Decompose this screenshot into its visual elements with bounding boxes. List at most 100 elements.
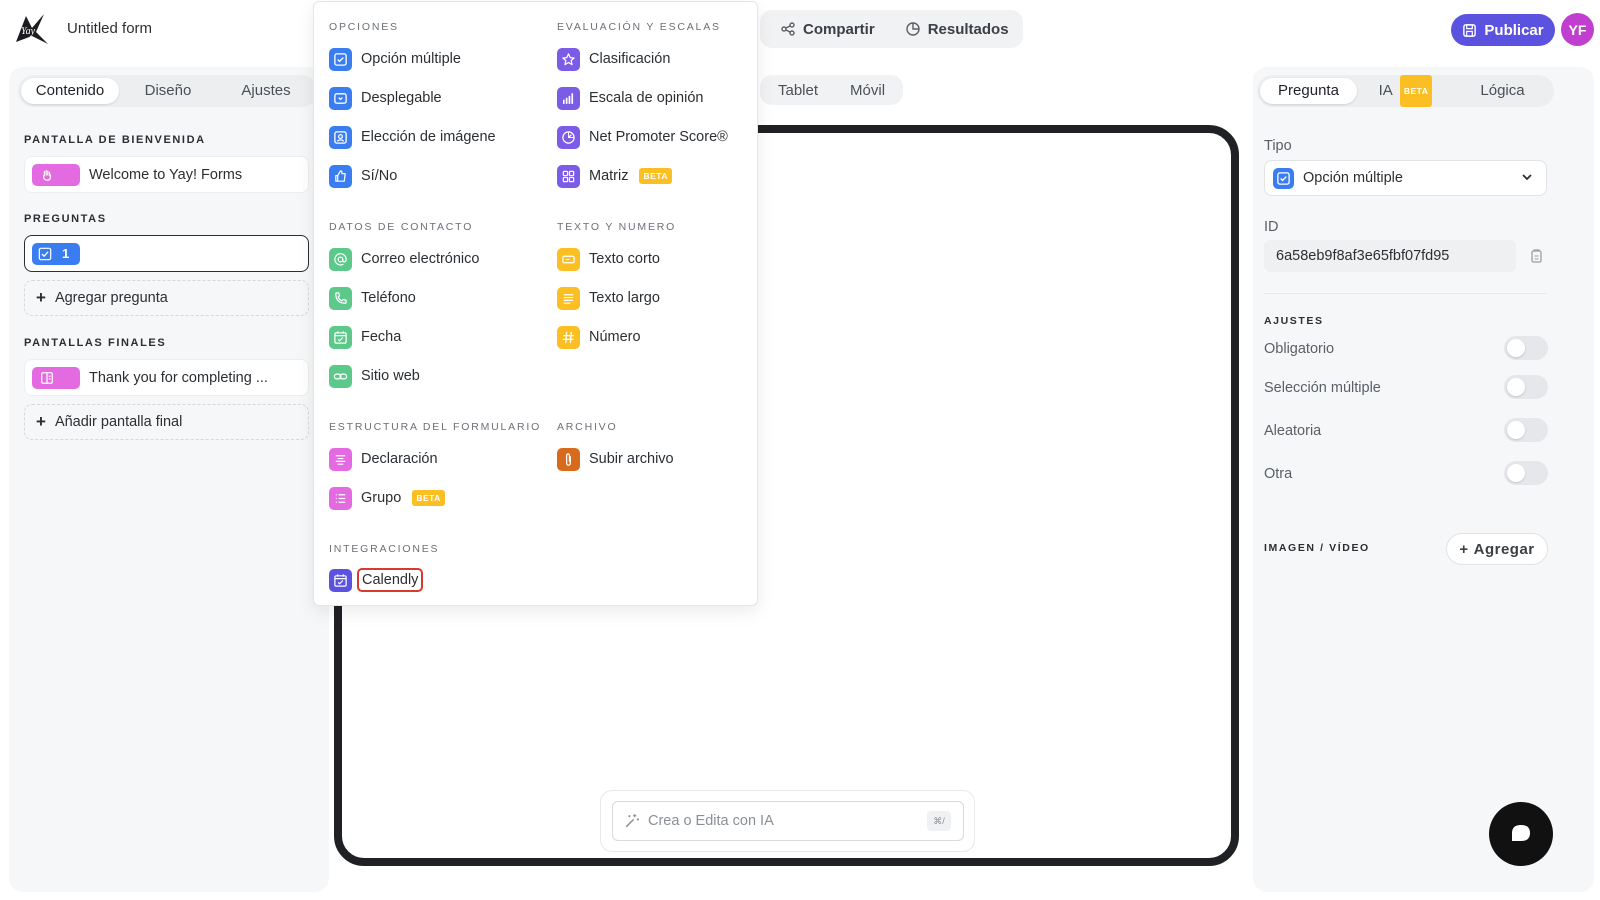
yay-forms-logo[interactable]: Yay	[14, 12, 50, 46]
opciones-title: OPCIONES	[329, 21, 399, 33]
question-type-menu: OPCIONES EVALUACIÓN Y ESCALAS Opción múl…	[313, 1, 758, 606]
form-title[interactable]: Untitled form	[67, 20, 152, 37]
paperclip-icon	[557, 447, 580, 471]
share-tab[interactable]: Compartir	[780, 21, 875, 38]
copy-icon[interactable]	[1528, 248, 1544, 264]
menu-item-calendly[interactable]: Calendly	[329, 568, 424, 592]
share-icon	[781, 22, 795, 36]
menu-item-telefono[interactable]: Teléfono	[329, 286, 416, 310]
ai-prompt-input[interactable]: Crea o Edita con IA ⌘/	[612, 801, 964, 841]
setting-aleatoria: Aleatoria	[1264, 423, 1322, 439]
dropdown-icon	[329, 86, 352, 110]
right-tabs: Pregunta IA BETA Lógica	[1257, 75, 1554, 107]
divider	[1264, 293, 1547, 294]
ai-placeholder: Crea o Edita con IA	[648, 813, 774, 829]
toggle-seleccion-multiple[interactable]	[1504, 375, 1548, 399]
menu-item-label: Elección de imágene	[361, 129, 496, 145]
tipo-value: Opción múltiple	[1303, 170, 1403, 186]
menu-item-correo[interactable]: Correo electrónico	[329, 247, 479, 271]
setting-obligatorio: Obligatorio	[1264, 341, 1335, 357]
beta-badge: BETA	[1399, 75, 1433, 107]
menu-item-clasificacion[interactable]: Clasificación	[557, 47, 670, 71]
gauge-icon	[557, 125, 580, 149]
tab-ia[interactable]: IA BETA	[1357, 75, 1454, 107]
menu-item-texto-corto[interactable]: Texto corto	[557, 247, 660, 271]
menu-item-label: Número	[589, 329, 641, 345]
menu-item-label: Teléfono	[361, 290, 416, 306]
welcome-section-title: PANTALLA DE BIENVENIDA	[24, 134, 206, 146]
add-media-button[interactable]: + Agregar	[1446, 533, 1548, 565]
ending-screen-card[interactable]: Thank you for completing ...	[24, 359, 309, 396]
add-question-label: Agregar pregunta	[54, 290, 168, 306]
short-text-icon	[557, 247, 580, 271]
toggle-aleatoria[interactable]	[1504, 418, 1548, 442]
user-avatar[interactable]: YF	[1561, 13, 1594, 46]
add-ending-button[interactable]: + Añadir pantalla final	[24, 404, 309, 440]
keyboard-shortcut: ⌘/	[927, 811, 951, 831]
menu-item-numero[interactable]: Número	[557, 325, 641, 349]
checkbox-icon	[329, 47, 352, 71]
statement-icon	[329, 447, 352, 471]
toggle-obligatorio[interactable]	[1504, 336, 1548, 360]
group-list-icon	[329, 486, 352, 510]
menu-item-escala-opinion[interactable]: Escala de opinión	[557, 86, 703, 110]
share-label: Compartir	[803, 20, 875, 38]
menu-item-nps[interactable]: Net Promoter Score®	[557, 125, 728, 149]
menu-item-label: Declaración	[361, 451, 438, 467]
menu-item-label: Calendly	[357, 568, 424, 592]
menu-item-grupo[interactable]: Grupo BETA	[329, 486, 445, 510]
menu-item-texto-largo[interactable]: Texto largo	[557, 286, 660, 310]
estructura-title: ESTRUCTURA DEL FORMULARIO	[329, 421, 542, 433]
link-icon	[329, 364, 352, 388]
menu-item-label: Desplegable	[361, 90, 442, 106]
publish-button[interactable]: Publicar	[1451, 14, 1555, 46]
tab-movil[interactable]: Móvil	[850, 82, 885, 99]
menu-item-declaracion[interactable]: Declaración	[329, 447, 438, 471]
menu-item-label: Texto largo	[589, 290, 660, 306]
menu-item-opcion-multiple[interactable]: Opción múltiple	[329, 47, 461, 71]
results-tab[interactable]: Resultados	[905, 21, 1009, 38]
question-id-field[interactable]: 6a58eb9f8af3e65fbf07fd95	[1264, 240, 1516, 272]
plus-icon: +	[1459, 540, 1469, 558]
menu-item-label: Net Promoter Score®	[589, 129, 728, 145]
media-title: IMAGEN / VÍDEO	[1264, 542, 1370, 554]
menu-item-label: Sí/No	[361, 168, 398, 184]
tab-pregunta[interactable]: Pregunta	[1260, 78, 1357, 104]
svg-text:Yay: Yay	[21, 26, 36, 37]
tab-tablet[interactable]: Tablet	[778, 82, 818, 99]
tab-ajustes[interactable]: Ajustes	[217, 78, 315, 104]
star-icon	[557, 47, 580, 71]
menu-item-fecha[interactable]: Fecha	[329, 325, 401, 349]
question-card[interactable]: 1	[24, 235, 309, 272]
results-label: Resultados	[927, 20, 1009, 38]
tab-logica[interactable]: Lógica	[1454, 78, 1551, 104]
tipo-label: Tipo	[1264, 138, 1292, 154]
checkbox-icon	[1273, 167, 1294, 189]
pie-chart-icon	[905, 22, 920, 36]
menu-item-label: Opción múltiple	[361, 51, 461, 67]
tab-diseno[interactable]: Diseño	[119, 78, 217, 104]
menu-item-sitio-web[interactable]: Sitio web	[329, 364, 420, 388]
share-results-tabs: Compartir Resultados	[760, 10, 1023, 48]
menu-item-desplegable[interactable]: Desplegable	[329, 86, 442, 110]
archivo-title: ARCHIVO	[557, 421, 618, 433]
chat-support-button[interactable]	[1489, 802, 1553, 866]
setting-otra: Otra	[1264, 466, 1293, 482]
at-sign-icon	[329, 247, 352, 271]
welcome-screen-card[interactable]: Welcome to Yay! Forms	[24, 156, 309, 193]
toggle-otra[interactable]	[1504, 461, 1548, 485]
device-tabs: Tablet Móvil	[760, 75, 904, 105]
tab-contenido[interactable]: Contenido	[21, 78, 119, 104]
menu-item-label: Matriz	[589, 168, 629, 184]
question-number: 1	[62, 246, 70, 261]
menu-item-subir-archivo[interactable]: Subir archivo	[557, 447, 674, 471]
menu-item-eleccion-imagenes[interactable]: Elección de imágene	[329, 125, 496, 149]
left-tabs: Contenido Diseño Ajustes	[18, 75, 318, 107]
question-type-select[interactable]: Opción múltiple	[1264, 160, 1547, 196]
menu-item-si-no[interactable]: Sí/No	[329, 164, 397, 188]
calendar-icon	[329, 568, 352, 592]
menu-item-matriz[interactable]: Matriz BETA	[557, 164, 672, 188]
add-question-button[interactable]: + Agregar pregunta	[24, 280, 309, 316]
endings-section-title: PANTALLAS FINALES	[24, 337, 167, 349]
ending-chip	[32, 366, 80, 389]
